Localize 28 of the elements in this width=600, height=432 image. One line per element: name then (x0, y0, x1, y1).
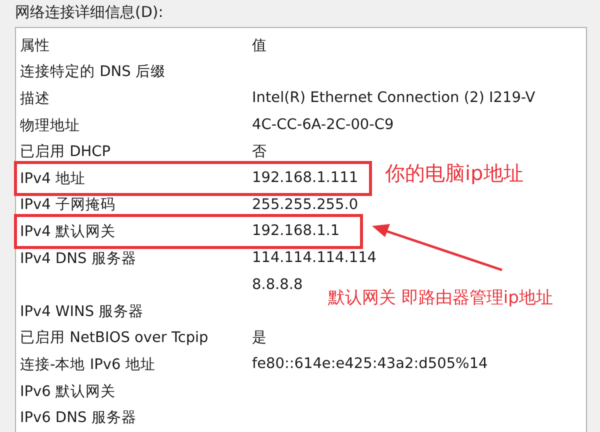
property-value: 4C-CC-6A-2C-00-C9 (252, 117, 394, 134)
property-value: Intel(R) Ethernet Connection (2) I219-V (252, 90, 536, 106)
property-value: 是 (252, 329, 267, 348)
property-name: 已启用 DHCP (20, 142, 111, 162)
property-name: IPv4 WINS 服务器 (20, 302, 144, 321)
column-header[interactable]: 值 (252, 36, 267, 55)
property-name: 物理地址 (20, 116, 80, 135)
annotation-text: 默认网关 即路由器管理ip地址 (328, 287, 553, 309)
property-value: fe80::614e:e425:43a2:d505%14 (252, 356, 488, 372)
property-name: IPv6 默认网关 (20, 382, 116, 401)
group-label: 网络连接详细信息(D): (15, 2, 164, 23)
property-name: IPv4 DNS 服务器 (20, 250, 136, 268)
column-header[interactable]: 属性 (20, 36, 50, 55)
property-value: 114.114.114.114 (252, 250, 377, 266)
property-name: IPv6 DNS 服务器 (20, 409, 136, 428)
annotation-text: 你的电脑ip地址 (385, 160, 524, 187)
property-name: IPv4 默认网关 (20, 222, 116, 241)
property-name: IPv4 地址 (20, 170, 86, 188)
property-name: IPv4 子网掩码 (20, 196, 116, 214)
property-name: 连接-本地 IPv6 地址 (20, 356, 156, 374)
property-value: 否 (252, 143, 267, 162)
property-name: 描述 (20, 90, 50, 108)
property-value: 8.8.8.8 (252, 276, 303, 293)
property-value: 255.255.255.0 (252, 196, 358, 213)
property-name: 已启用 NetBIOS over Tcpip (20, 328, 208, 348)
property-value: 192.168.1.111 (252, 170, 358, 186)
property-value: 192.168.1.1 (252, 223, 340, 240)
property-name: 连接特定的 DNS 后缀 (20, 62, 166, 82)
